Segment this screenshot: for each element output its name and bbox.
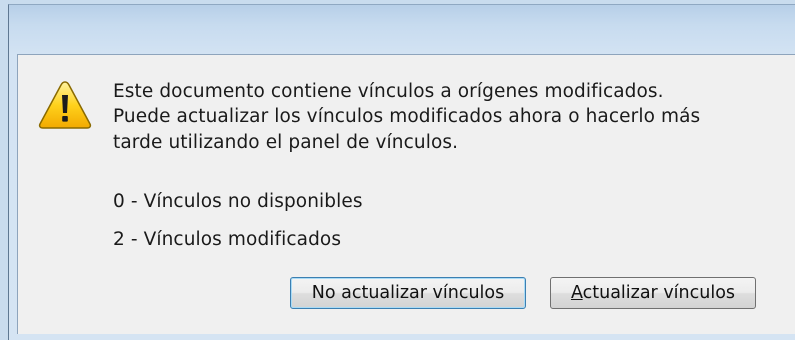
unavailable-links-count: 0 - Vínculos no disponibles: [113, 191, 363, 212]
no-update-links-button[interactable]: No actualizar vínculos: [290, 277, 526, 309]
update-links-accelerator: A: [570, 283, 583, 303]
no-update-links-label: No actualizar vínculos: [311, 283, 505, 303]
message-line-2: Puede actualizar los vínculos modificado…: [113, 106, 701, 127]
update-links-label: ctualizar vínculos: [582, 283, 736, 303]
warning-triangle-icon: [38, 81, 92, 129]
message-line-1: Este documento contiene vínculos a oríge…: [113, 81, 664, 102]
dialog-window: Este documento contiene vínculos a oríge…: [0, 0, 795, 340]
message-line-3: tarde utilizando el panel de vínculos.: [113, 132, 459, 153]
dialog-bottom-edge: [17, 334, 795, 340]
modified-links-count: 2 - Vínculos modificados: [113, 229, 342, 250]
update-links-button[interactable]: Actualizar vínculos: [550, 277, 756, 309]
